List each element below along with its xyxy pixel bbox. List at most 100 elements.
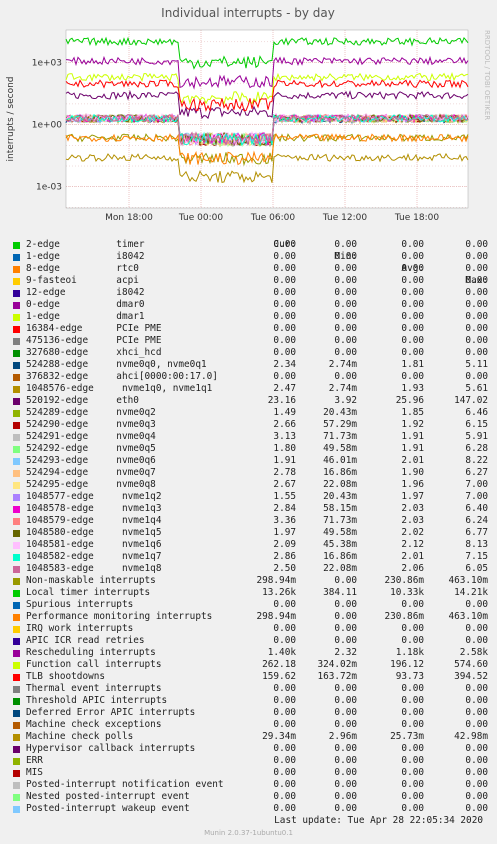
legend-min: 58.15m (323, 503, 357, 514)
legend-cur: 0.00 (273, 695, 296, 706)
legend-cur: 2.47 (273, 383, 296, 394)
legend-max: 0.00 (465, 347, 488, 358)
legend-max: 0.00 (465, 803, 488, 814)
legend-avg: 2.03 (401, 503, 424, 514)
legend-avg: 0.00 (401, 743, 424, 754)
legend-avg: 0.00 (401, 767, 424, 778)
legend-cur: 1.55 (273, 491, 296, 502)
legend-min: 0.00 (334, 323, 357, 334)
legend-min: 0.00 (334, 299, 357, 310)
y-tick-label: 1e+00 (32, 121, 63, 131)
legend-cur: 0.00 (273, 635, 296, 646)
legend-label: 16384-edge PCIe PME (26, 323, 162, 334)
x-tick-label: Tue 18:00 (394, 213, 439, 223)
legend-cur: 0.00 (273, 263, 296, 274)
legend-row: 520192-edge eth0 23.16 3.92 25.96 147.02 (0, 395, 497, 407)
legend-label: Posted-interrupt notification event (26, 779, 224, 790)
legend-label: Non-maskable interrupts (26, 575, 156, 586)
plot-area: 1e+03 1e+00 1e-03 Mon 18:00 Tue 00:00 Tue 06:… (32, 29, 469, 223)
legend-avg: 2.01 (401, 551, 424, 562)
legend-min: 57.29m (323, 419, 357, 430)
legend-cur: 0.00 (273, 707, 296, 718)
legend-cur: 0.00 (273, 803, 296, 814)
legend-avg: 0.00 (401, 755, 424, 766)
legend-swatch (13, 290, 20, 297)
legend-cur: 0.00 (273, 299, 296, 310)
legend-row: TLB shootdowns 159.62 163.72m 93.73 394.52 (0, 671, 497, 683)
legend-row: Spurious interrupts 0.00 0.00 0.00 0.00 (0, 599, 497, 611)
legend-swatch (13, 794, 20, 801)
legend-cur: 2.67 (273, 479, 296, 490)
legend-avg: 1.97 (401, 491, 424, 502)
legend-swatch (13, 542, 20, 549)
legend-cur: 0.00 (273, 275, 296, 286)
legend-label: 9-fasteoi acpi (26, 275, 139, 286)
legend-swatch (13, 758, 20, 765)
legend-label: 524288-edge nvme0q0, nvme0q1 (26, 359, 207, 370)
legend-row: 1048582-edge nvme1q7 2.86 16.86m 2.01 7.15 (0, 551, 497, 563)
legend-avg: 2.01 (401, 455, 424, 466)
legend-cur: 262.18 (262, 659, 296, 670)
legend-label: 524289-edge nvme0q2 (26, 407, 156, 418)
legend-row: Deferred Error APIC interrupts 0.00 0.00 0.… (0, 707, 497, 719)
legend-avg: 0.00 (401, 695, 424, 706)
legend-row: IRQ work interrupts 0.00 0.00 0.00 0.00 (0, 623, 497, 635)
legend-avg: 1.92 (401, 419, 424, 430)
legend-row: 524291-edge nvme0q4 3.13 71.73m 1.91 5.91 (0, 431, 497, 443)
legend-min: 3.92 (334, 395, 357, 406)
legend-swatch (13, 422, 20, 429)
legend-avg: 2.12 (401, 539, 424, 550)
legend-row: 524293-edge nvme0q6 1.91 46.01m 2.01 8.22 (0, 455, 497, 467)
legend-row: Posted-interrupt notification event 0.00 0… (0, 779, 497, 791)
legend-avg: 0.00 (401, 683, 424, 694)
legend-cur: 0.00 (273, 347, 296, 358)
legend-swatch (13, 590, 20, 597)
legend-min: 0.00 (334, 611, 357, 622)
legend-avg: 230.86m (384, 575, 424, 586)
legend-swatch (13, 374, 20, 381)
legend-swatch (13, 398, 20, 405)
legend-row: 9-fasteoi acpi 0.00 0.00 0.00 0.00 (0, 275, 497, 287)
legend-row: Performance monitoring interrupts 298.94m… (0, 611, 497, 623)
legend-min: 2.32 (334, 647, 357, 658)
legend-swatch (13, 254, 20, 261)
legend-min: 22.08m (323, 479, 357, 490)
legend-max: 7.00 (465, 479, 488, 490)
legend-avg: 1.18k (395, 647, 424, 658)
legend-label: 1-edge i8042 (26, 251, 145, 262)
legend-max: 6.46 (465, 407, 488, 418)
legend-swatch (13, 806, 20, 813)
legend-avg: 93.73 (395, 671, 424, 682)
legend-avg: 0.00 (401, 791, 424, 802)
legend-row: 1048578-edge nvme1q3 2.84 58.15m 2.03 6.40 (0, 503, 497, 515)
legend-cur: 0.00 (273, 323, 296, 334)
legend-min: 20.43m (323, 491, 357, 502)
legend-max: 0.00 (465, 695, 488, 706)
legend-avg: 0.00 (401, 311, 424, 322)
legend-avg: 0.00 (401, 707, 424, 718)
legend-row: 1048583-edge nvme1q8 2.50 22.08m 2.06 6.05 (0, 563, 497, 575)
legend-cur: 1.97 (273, 527, 296, 538)
legend-avg: 0.00 (401, 251, 424, 262)
legend-min: 46.01m (323, 455, 357, 466)
legend-swatch (13, 446, 20, 453)
legend-row: Thermal event interrupts 0.00 0.00 0.00 0.00 (0, 683, 497, 695)
legend-swatch (13, 722, 20, 729)
legend-avg: 0.00 (401, 599, 424, 610)
legend-cur: 0.00 (273, 311, 296, 322)
legend-min: 0.00 (334, 371, 357, 382)
legend-min: 0.00 (334, 575, 357, 586)
legend-swatch (13, 470, 20, 477)
legend-max: 0.00 (465, 251, 488, 262)
legend-min: 0.00 (334, 743, 357, 754)
legend-label: Thermal event interrupts (26, 683, 162, 694)
legend-label: 1048578-edge nvme1q3 (26, 503, 162, 514)
legend-row: 2-edge timer 0.00 0.00 0.00 0.00 (0, 239, 497, 251)
legend-rows: 2-edge timer 0.00 0.00 0.00 0.00 1-edge i8042… (0, 239, 497, 815)
legend-min: 0.00 (334, 347, 357, 358)
legend-cur: 0.00 (273, 767, 296, 778)
legend-max: 394.52 (454, 671, 488, 682)
legend-max: 0.00 (465, 791, 488, 802)
legend-max: 0.00 (465, 707, 488, 718)
legend-swatch (13, 494, 20, 501)
